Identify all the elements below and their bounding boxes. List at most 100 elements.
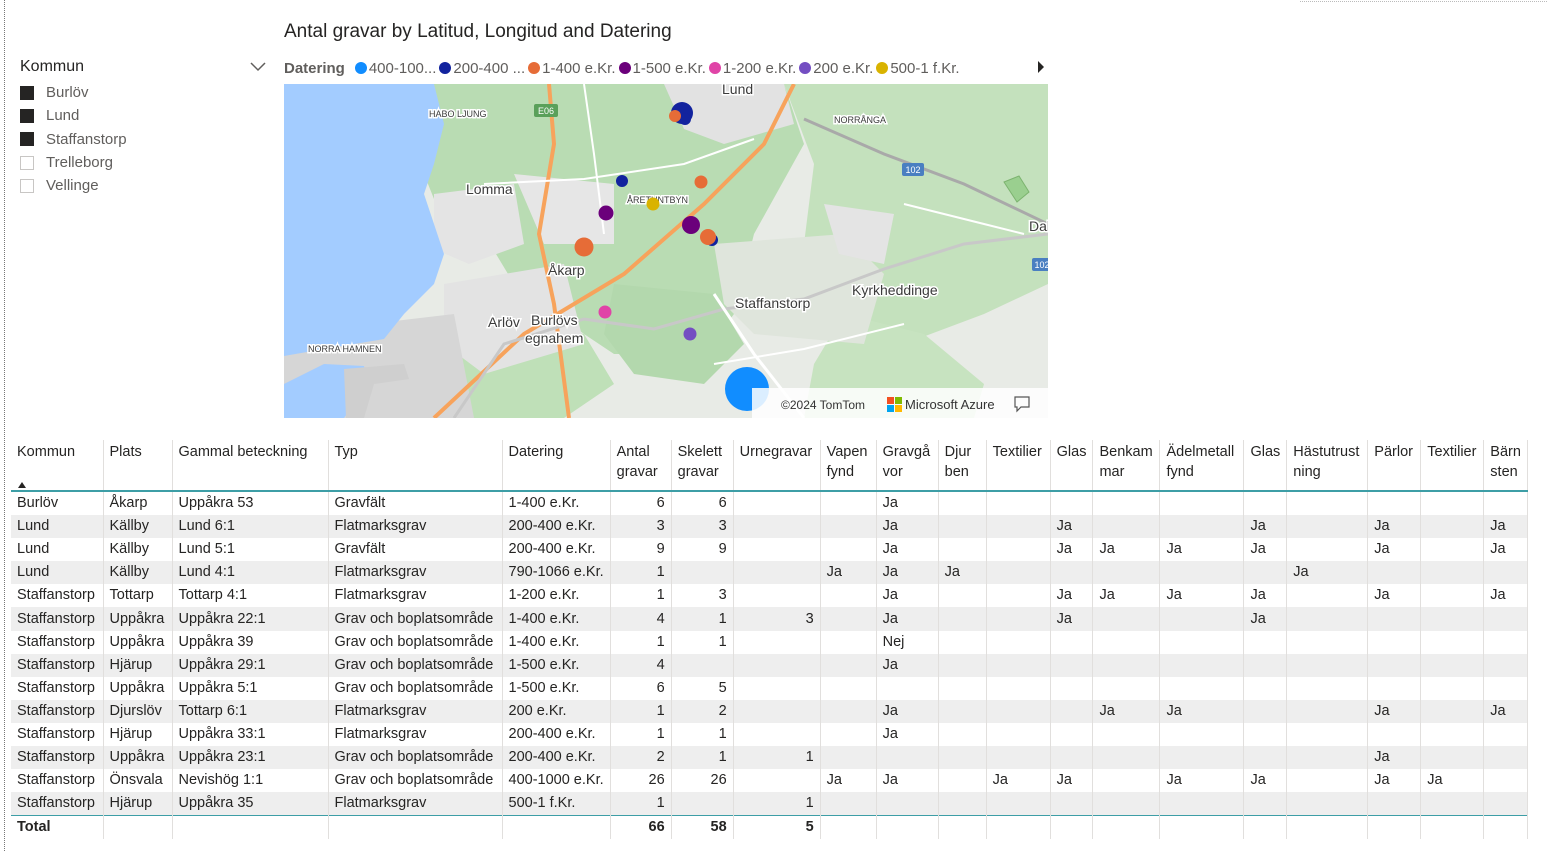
slicer-item-vellinge[interactable]: Vellinge: [20, 174, 266, 197]
place-label-kyrkheddinge: Kyrkheddinge: [852, 282, 938, 298]
legend-item[interactable]: 200-400 ...: [439, 60, 525, 77]
column-header[interactable]: Typ: [328, 440, 503, 491]
column-header[interactable]: Pärlor: [1367, 440, 1422, 491]
chevron-down-icon[interactable]: [250, 59, 266, 75]
table-cell: Flatmarksgrav: [328, 561, 503, 585]
column-header[interactable]: Ädelmetall fynd: [1159, 440, 1245, 491]
checkbox-lund[interactable]: [20, 108, 34, 123]
slicer-item-staffanstorp[interactable]: Staffanstorp: [20, 128, 266, 151]
table-cell: [1420, 607, 1485, 631]
legend-item[interactable]: 500-1 f.Kr.: [876, 60, 960, 77]
column-header[interactable]: Bärn sten: [1483, 440, 1528, 491]
table-row[interactable]: Staffanstorp Uppåkra Uppåkra 22:1 Grav och …: [11, 607, 1528, 631]
table-row[interactable]: Staffanstorp Önsvala Nevishög 1:1 Grav och …: [11, 769, 1528, 793]
slicer-item-trelleborg[interactable]: Trelleborg: [20, 151, 266, 174]
column-header[interactable]: Antal gravar: [610, 440, 672, 491]
column-header[interactable]: Datering: [502, 440, 611, 491]
column-header[interactable]: Benkam mar: [1092, 440, 1161, 491]
checkbox-vellinge[interactable]: [20, 178, 34, 193]
table-row[interactable]: Staffanstorp Uppåkra Uppåkra 5:1 Grav och b…: [11, 676, 1528, 700]
table-cell: [1483, 722, 1528, 747]
bubble-500-1-fkr[interactable]: [646, 197, 660, 211]
legend-item[interactable]: 1-200 e.Kr.: [708, 60, 796, 77]
column-header[interactable]: Gammal beteckning: [172, 440, 329, 491]
table-row[interactable]: Staffanstorp Uppåkra Uppåkra 23:1 Grav och …: [11, 746, 1528, 770]
table-cell: 790-1066 e.Kr.: [502, 561, 611, 585]
legend-item[interactable]: 200 e.Kr.: [799, 60, 873, 77]
slicer-item-lund[interactable]: Lund: [20, 104, 266, 127]
column-header[interactable]: Djur ben: [938, 440, 987, 491]
table-row[interactable]: Staffanstorp Tottarp Tottarp 4:1 Flatmarksg…: [11, 584, 1528, 608]
table-cell: Ja: [1243, 584, 1288, 608]
bubble-1-500-west[interactable]: [598, 205, 614, 221]
slicer-item-burlöv[interactable]: Burlöv: [20, 81, 266, 104]
column-header[interactable]: Kommun: [11, 440, 104, 491]
bubble-1-400-uppakra[interactable]: [700, 229, 716, 245]
bubble-200-ekr-djurslov[interactable]: [683, 327, 697, 341]
table-cell: [733, 538, 821, 562]
table-row[interactable]: Staffanstorp Hjärup Uppåkra 33:1 Flatmarksg…: [11, 722, 1528, 747]
bubble-1-400-aretuntbyn[interactable]: [694, 175, 708, 189]
column-header[interactable]: Plats: [103, 440, 173, 491]
table-cell: Ja: [876, 491, 939, 516]
table-cell: Gravfält: [328, 491, 503, 516]
table-row[interactable]: Staffanstorp Hjärup Uppåkra 29:1 Grav och b…: [11, 653, 1528, 677]
table-cell: Ja: [1420, 769, 1485, 793]
table-row[interactable]: Burlöv Åkarp Uppåkra 53 Gravfält 1-400 e.Kr.…: [11, 491, 1528, 516]
table-row[interactable]: Staffanstorp Djurslöv Tottarp 6:1 Flatmarks…: [11, 699, 1528, 723]
bubble-1-500-uppakra[interactable]: [682, 216, 700, 234]
total-cell: [938, 815, 987, 840]
bubble-1-400-akarp[interactable]: [574, 237, 594, 257]
table-cell: Ja: [1243, 538, 1288, 562]
table-row[interactable]: Staffanstorp Hjärup Uppåkra 35 Flatmarksgra…: [11, 792, 1528, 816]
table-cell: Ja: [1367, 746, 1422, 770]
legend-next-arrow-icon[interactable]: [1036, 60, 1046, 74]
bubble-1-200-tottarp[interactable]: [598, 305, 612, 319]
table-cell: [986, 676, 1051, 700]
table-row[interactable]: Lund Källby Lund 4:1 Flatmarksgrav 790-1066 …: [11, 561, 1528, 585]
column-header[interactable]: Urnegravar: [733, 440, 821, 491]
table-cell: Uppåkra 33:1: [172, 722, 329, 747]
checkbox-staffanstorp[interactable]: [20, 132, 34, 147]
bubble-200-400-aretuntbyn[interactable]: [616, 175, 628, 187]
column-header[interactable]: Hästutrust ning: [1286, 440, 1369, 491]
column-header[interactable]: Glas: [1243, 440, 1288, 491]
column-header[interactable]: Vapen fynd: [820, 440, 877, 491]
total-cell: [820, 815, 877, 840]
map-canvas[interactable]: E06 102 102 Lund HABO LJUNG NORRÅNGA Lom…: [284, 84, 1048, 418]
table-cell: [986, 561, 1051, 585]
checkbox-burlöv[interactable]: [20, 85, 34, 100]
legend-dot-icon: [354, 62, 367, 74]
legend-item[interactable]: 1-400 e.Kr.: [528, 60, 616, 77]
table-cell: [1367, 653, 1422, 677]
table-cell: [820, 491, 877, 516]
table-cell: [820, 746, 877, 770]
place-label-lund: Lund: [722, 84, 753, 97]
checkbox-trelleborg[interactable]: [20, 155, 34, 170]
table-row[interactable]: Staffanstorp Uppåkra Uppåkra 39 Grav och bo…: [11, 630, 1528, 654]
legend-item[interactable]: 1-500 e.Kr.: [618, 60, 706, 77]
table-cell: [1159, 491, 1245, 516]
legend-dot-icon: [528, 62, 541, 74]
table-cell: [1243, 491, 1288, 516]
column-header[interactable]: Skelett gravar: [671, 440, 734, 491]
sort-ascending-icon[interactable]: [18, 482, 26, 488]
bubble-lund-area-1-400[interactable]: [669, 110, 681, 122]
legend-label: 200 e.Kr.: [813, 59, 874, 77]
total-row: Total 66 58 5: [11, 815, 1528, 840]
column-header[interactable]: Textilier: [1420, 440, 1485, 491]
table-row[interactable]: Lund Källby Lund 5:1 Gravfält 200-400 e.Kr. 9…: [11, 538, 1528, 562]
table-cell: Lund: [11, 561, 104, 585]
table-row[interactable]: Lund Källby Lund 6:1 Flatmarksgrav 200-400 e…: [11, 515, 1528, 539]
column-header[interactable]: Gravgå vor: [876, 440, 939, 491]
legend-item[interactable]: 400-100...: [354, 60, 436, 77]
table-cell: 3: [733, 607, 821, 631]
place-label-akarp: Åkarp: [548, 262, 585, 278]
table-cell: 1: [671, 630, 734, 654]
table-cell: Staffanstorp: [11, 792, 104, 816]
column-header[interactable]: Glas: [1050, 440, 1094, 491]
table-cell: Nevishög 1:1: [172, 769, 329, 793]
table-cell: Ja: [876, 538, 939, 562]
total-cell: [986, 815, 1051, 840]
column-header[interactable]: Textilier: [986, 440, 1051, 491]
